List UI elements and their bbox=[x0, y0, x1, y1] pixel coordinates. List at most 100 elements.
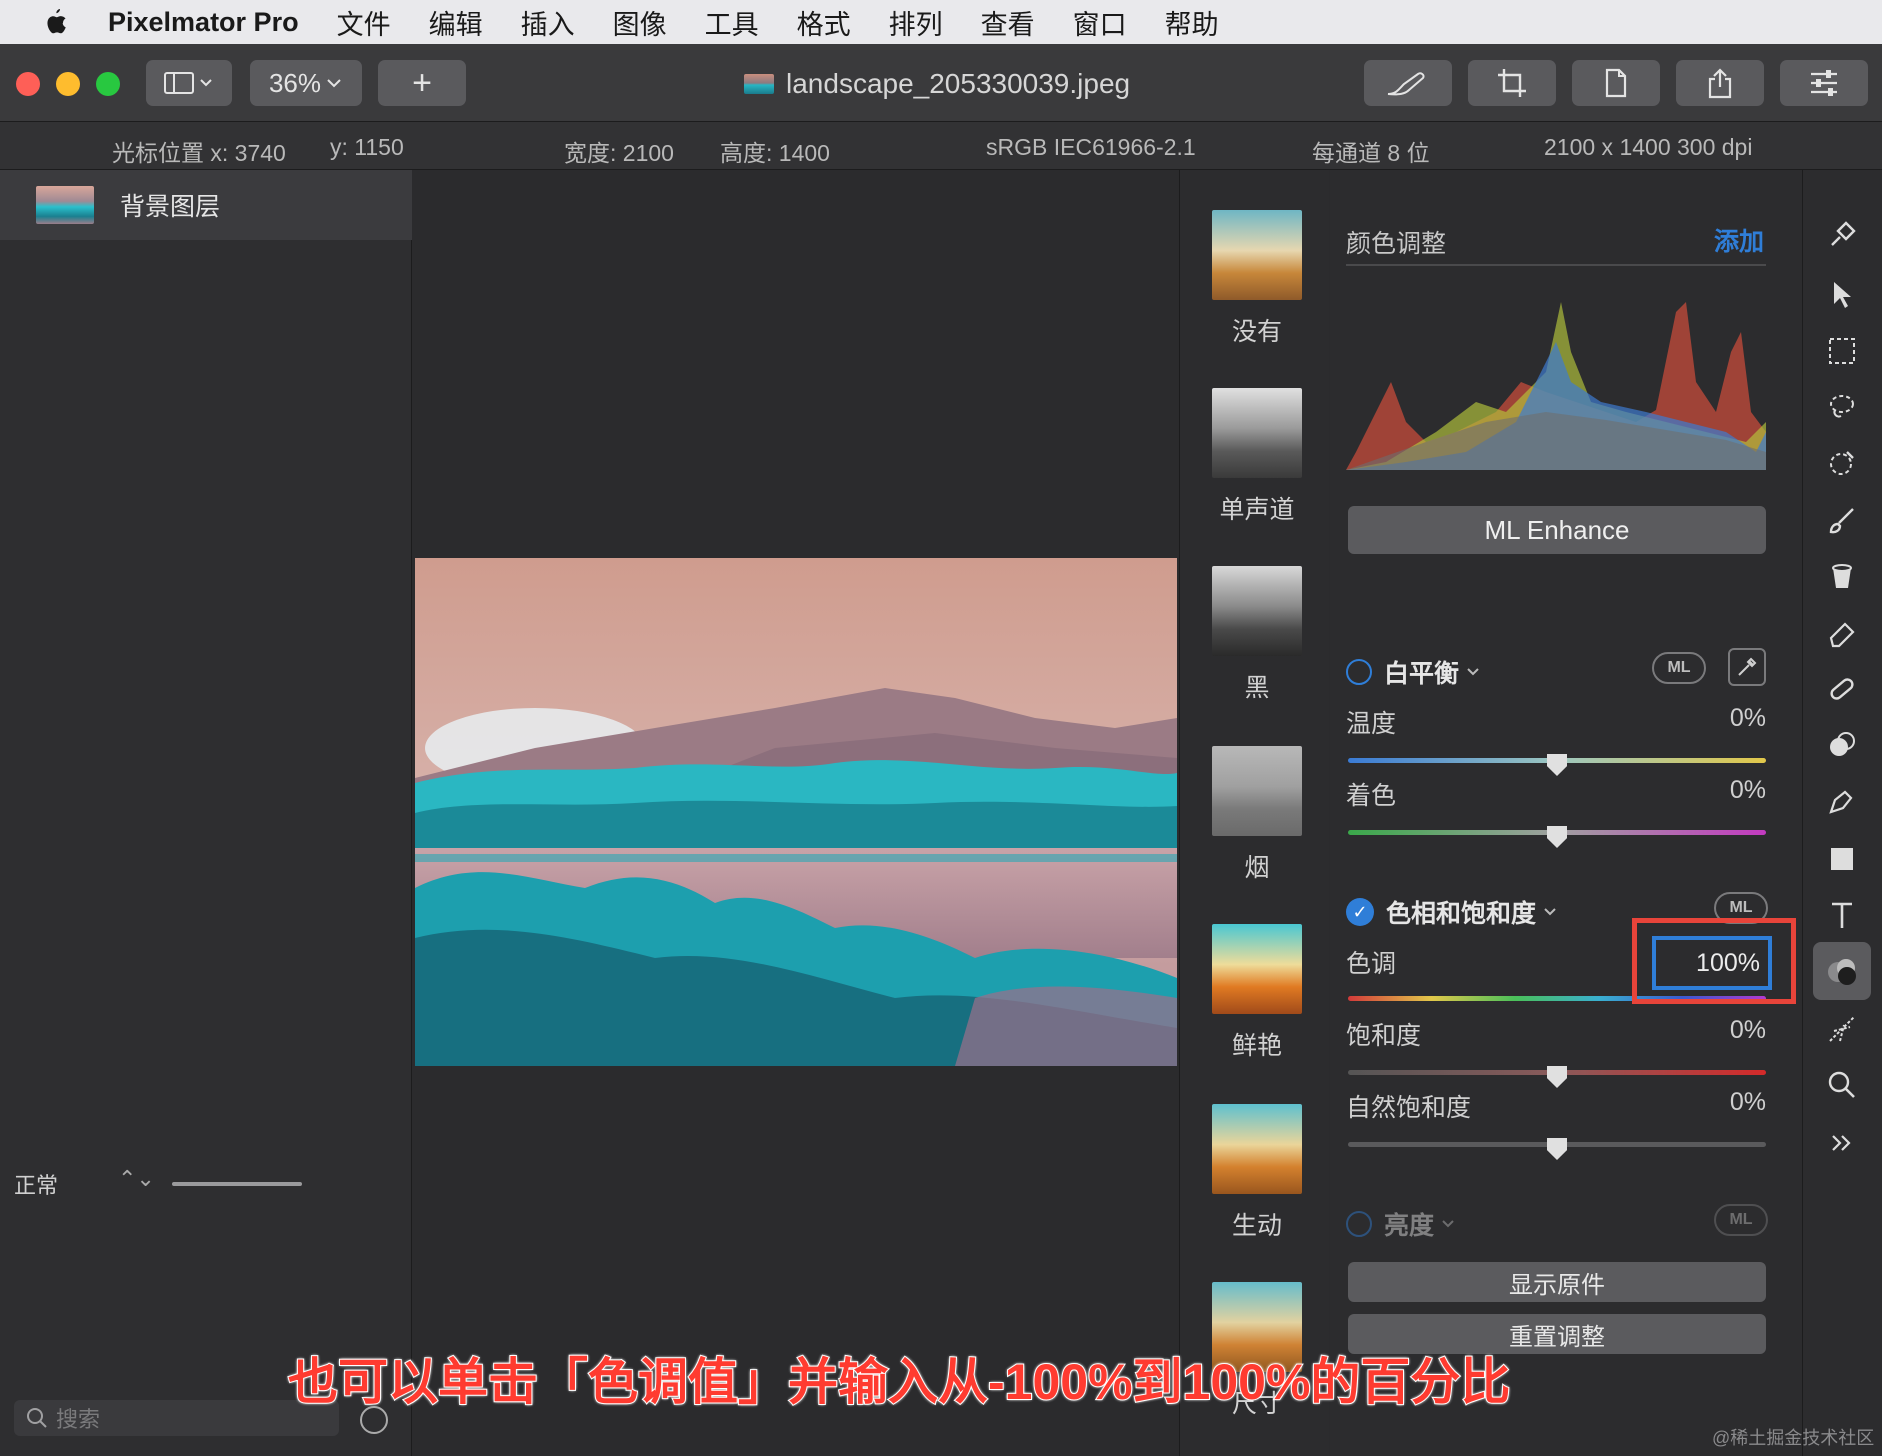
brightness-ml-button[interactable]: ML bbox=[1714, 1204, 1768, 1236]
document-format-button[interactable] bbox=[1572, 60, 1660, 106]
vibrance-slider-knob[interactable] bbox=[1547, 1138, 1567, 1160]
tint-value[interactable]: 0% bbox=[1730, 776, 1766, 805]
sliders-icon bbox=[1811, 70, 1837, 96]
search-icon bbox=[27, 1408, 47, 1428]
style-brush-button[interactable] bbox=[1364, 60, 1452, 106]
preset-mono[interactable]: 单声道 bbox=[1212, 388, 1302, 526]
arrange-pointer-icon[interactable] bbox=[1813, 266, 1871, 324]
pen-tool-icon[interactable] bbox=[1813, 772, 1871, 830]
brightness-toggle[interactable] bbox=[1346, 1211, 1372, 1237]
preset-lively[interactable]: 生动 bbox=[1212, 1104, 1302, 1242]
apple-icon[interactable] bbox=[28, 0, 82, 44]
layer-row[interactable]: 背景图层 bbox=[0, 170, 412, 240]
eraser-icon[interactable] bbox=[1813, 604, 1871, 662]
document-filename: landscape_205330039.jpeg bbox=[786, 68, 1131, 99]
white-balance-header[interactable]: 白平衡 bbox=[1346, 654, 1481, 690]
menu-view[interactable]: 查看 bbox=[981, 3, 1035, 42]
paint-bucket-icon[interactable] bbox=[1813, 548, 1871, 606]
type-tool-icon[interactable] bbox=[1813, 886, 1871, 944]
menu-arrange[interactable]: 排列 bbox=[889, 3, 943, 42]
add-adjustment-link[interactable]: 添加 bbox=[1714, 222, 1764, 258]
updown-arrows-icon[interactable]: ⌃⌄ bbox=[118, 1166, 155, 1192]
magic-select-icon[interactable] bbox=[1813, 434, 1871, 492]
preset-black[interactable]: 黑 bbox=[1212, 566, 1302, 704]
preset-thumbnail bbox=[1212, 924, 1302, 1014]
histogram bbox=[1346, 302, 1766, 470]
hue-saturation-header[interactable]: ✓ 色相和饱和度 bbox=[1346, 894, 1558, 930]
preset-smoke[interactable]: 烟 bbox=[1212, 746, 1302, 884]
preset-none[interactable]: 没有 bbox=[1212, 210, 1302, 348]
color-adjust-icon[interactable] bbox=[1813, 942, 1871, 1000]
preset-label: 没有 bbox=[1231, 318, 1282, 346]
eyedropper-button[interactable] bbox=[1728, 648, 1766, 686]
zoom-level-dropdown[interactable]: 36% bbox=[250, 60, 362, 106]
zoom-window-button[interactable] bbox=[96, 72, 120, 96]
chevron-down-icon bbox=[327, 79, 341, 88]
layer-opacity-slider[interactable] bbox=[172, 1182, 302, 1186]
rect-select-icon[interactable] bbox=[1813, 322, 1871, 380]
menu-image[interactable]: 图像 bbox=[613, 3, 667, 42]
window-toolbar: 36% + landscape_205330039.jpeg bbox=[0, 44, 1882, 122]
vibrance-value[interactable]: 0% bbox=[1730, 1088, 1766, 1117]
preset-label: 生动 bbox=[1231, 1212, 1282, 1240]
image-canvas[interactable] bbox=[413, 170, 1178, 1456]
effects-icon[interactable] bbox=[1813, 1000, 1871, 1058]
zoom-tool-icon[interactable] bbox=[1813, 1056, 1871, 1114]
add-button[interactable]: + bbox=[378, 60, 466, 106]
shape-tool-icon[interactable] bbox=[1813, 830, 1871, 888]
share-button[interactable] bbox=[1676, 60, 1764, 106]
vibrance-label: 自然饱和度 bbox=[1346, 1094, 1472, 1122]
landscape-photo bbox=[415, 558, 1177, 1066]
menu-tools[interactable]: 工具 bbox=[705, 3, 759, 42]
white-balance-ml-button[interactable]: ML bbox=[1652, 652, 1706, 684]
paint-brush-icon[interactable] bbox=[1813, 492, 1871, 550]
preset-thumbnail bbox=[1212, 388, 1302, 478]
chevron-down-icon bbox=[1544, 908, 1556, 916]
saturation-slider-knob[interactable] bbox=[1547, 1066, 1567, 1088]
bit-depth-readout: 每通道 8 位 bbox=[1312, 140, 1430, 166]
brightness-header[interactable]: 亮度 bbox=[1346, 1206, 1456, 1242]
info-bar: 光标位置 x: 3740 y: 1150 宽度: 2100 高度: 1400 s… bbox=[0, 122, 1882, 170]
menu-window[interactable]: 窗口 bbox=[1073, 3, 1127, 42]
menu-bar: Pixelmator Pro 文件 编辑 插入 图像 工具 格式 排列 查看 窗… bbox=[0, 0, 1882, 44]
tint-slider-knob[interactable] bbox=[1547, 826, 1567, 848]
color-profile-readout: sRGB IEC61966-2.1 bbox=[986, 134, 1196, 160]
blend-mode-select[interactable]: 正常 bbox=[14, 1168, 58, 1200]
preset-thumbnail bbox=[1212, 746, 1302, 836]
style-tool-icon[interactable] bbox=[1813, 206, 1871, 264]
menu-insert[interactable]: 插入 bbox=[521, 3, 575, 42]
tone-value-input[interactable]: 100% bbox=[1652, 936, 1772, 990]
preset-label: 烟 bbox=[1244, 854, 1270, 882]
document-title: landscape_205330039.jpeg bbox=[744, 66, 1130, 102]
close-window-button[interactable] bbox=[16, 72, 40, 96]
minimize-window-button[interactable] bbox=[56, 72, 80, 96]
checkmark-icon[interactable]: ✓ bbox=[1346, 898, 1374, 926]
temperature-value[interactable]: 0% bbox=[1730, 704, 1766, 733]
sidebar-toggle-button[interactable] bbox=[146, 60, 232, 106]
adjustments-panel-button[interactable] bbox=[1780, 60, 1868, 106]
height-readout: 高度: 1400 bbox=[720, 140, 830, 166]
tutorial-caption: 也可以单击「色调值」并输入从-100%到100%的百分比 bbox=[287, 1353, 1511, 1411]
share-icon bbox=[1708, 68, 1732, 99]
lasso-select-icon[interactable] bbox=[1813, 378, 1871, 436]
menu-help[interactable]: 帮助 bbox=[1165, 3, 1219, 42]
app-name-menu[interactable]: Pixelmator Pro bbox=[108, 7, 299, 38]
crop-button[interactable] bbox=[1468, 60, 1556, 106]
menu-edit[interactable]: 编辑 bbox=[429, 3, 483, 42]
zoom-level-value: 36% bbox=[268, 67, 322, 98]
preset-vivid[interactable]: 鲜艳 bbox=[1212, 924, 1302, 1062]
temperature-slider-knob[interactable] bbox=[1547, 754, 1567, 776]
watermark: @稀土掘金技术社区 bbox=[1712, 1428, 1875, 1448]
menu-file[interactable]: 文件 bbox=[337, 3, 391, 42]
search-placeholder: 搜索 bbox=[56, 1407, 101, 1432]
ml-enhance-button[interactable]: ML Enhance bbox=[1348, 506, 1766, 554]
white-balance-toggle[interactable] bbox=[1346, 659, 1372, 685]
show-original-button[interactable]: 显示原件 bbox=[1348, 1262, 1766, 1302]
more-tools-chevron-icon[interactable] bbox=[1813, 1114, 1871, 1172]
saturation-value[interactable]: 0% bbox=[1730, 1016, 1766, 1045]
menu-format[interactable]: 格式 bbox=[797, 3, 851, 42]
tone-label: 色调 bbox=[1346, 950, 1397, 978]
clone-stamp-icon[interactable] bbox=[1813, 716, 1871, 774]
tint-label: 着色 bbox=[1346, 782, 1397, 810]
retouch-bandage-icon[interactable] bbox=[1813, 660, 1871, 718]
